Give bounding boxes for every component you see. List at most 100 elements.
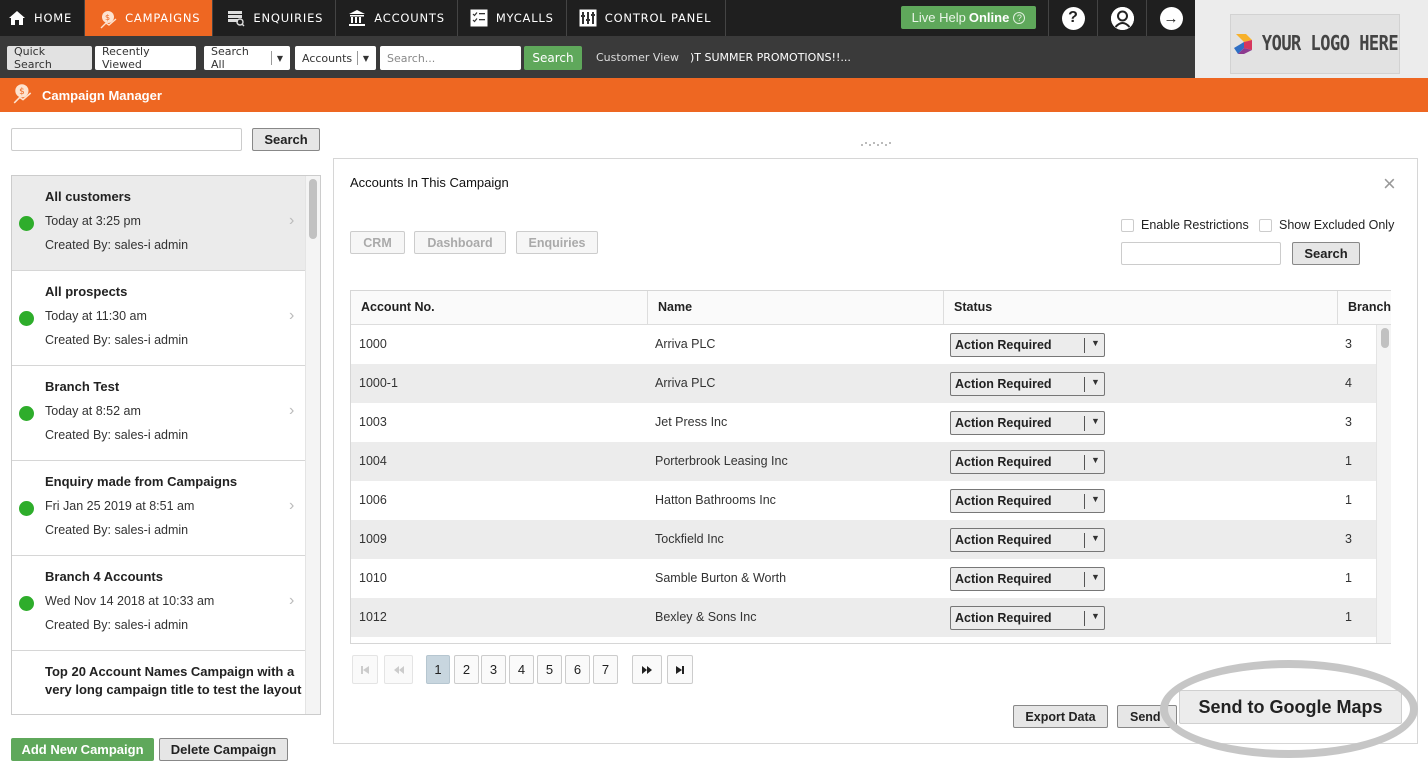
campaign-title: Branch Test (45, 379, 120, 394)
campaign-list-item[interactable]: Branch Test Today at 8:52 am Created By:… (12, 366, 306, 461)
page-1-button[interactable]: 1 (426, 655, 450, 684)
column-header-name[interactable]: Name (648, 291, 944, 324)
nav-enquiries[interactable]: ENQUIRIES (213, 0, 337, 36)
table-row[interactable]: 1000 Arriva PLC Action Required ▼ 3 (351, 325, 1376, 364)
status-select[interactable]: Action Required ▼ (950, 567, 1105, 591)
campaign-list-item[interactable]: Enquiry made from Campaigns Fri Jan 25 2… (12, 461, 306, 556)
scrollbar-thumb[interactable] (309, 179, 317, 239)
status-value: Action Required (955, 416, 1052, 430)
quick-search-tab[interactable]: Quick Search (7, 45, 92, 71)
send-button[interactable]: Send (1117, 705, 1177, 728)
chevron-down-icon: ▼ (1091, 377, 1100, 387)
bank-icon (348, 9, 366, 27)
cell-account-no: 1009 (359, 532, 387, 546)
table-row[interactable]: 1000-1 Arriva PLC Action Required ▼ 4 (351, 364, 1376, 403)
table-row[interactable]: 1004 Porterbrook Leasing Inc Action Requir… (351, 442, 1376, 481)
first-page-button[interactable] (352, 655, 378, 684)
send-to-google-maps-button[interactable]: Send to Google Maps (1179, 690, 1402, 724)
chevron-down-icon: ▼ (1091, 338, 1100, 348)
campaign-date: Wed Nov 14 2018 at 10:33 am (45, 594, 215, 608)
prev-page-button[interactable] (384, 655, 413, 684)
live-help-button[interactable]: Live Help Online ? (901, 6, 1036, 29)
campaign-list-item[interactable]: Top 20 Account Names Campaign with a ver… (12, 651, 306, 714)
global-search-input[interactable] (380, 46, 521, 70)
campaign-creator: Created By: sales-i admin (45, 618, 189, 632)
nav-control-panel[interactable]: CONTROL PANEL (567, 0, 727, 36)
status-select[interactable]: Action Required ▼ (950, 489, 1105, 513)
logout-button[interactable]: → (1146, 0, 1195, 36)
page-7-button[interactable]: 7 (593, 655, 618, 684)
checkbox-box[interactable] (1259, 218, 1272, 232)
next-page-button[interactable] (632, 655, 662, 684)
table-header: Account No. Name Status Branch (351, 291, 1391, 325)
column-header-branch[interactable]: Branch (1338, 291, 1391, 324)
nav-mycalls[interactable]: MYCALLS (458, 0, 567, 36)
delete-campaign-button[interactable]: Delete Campaign (159, 738, 288, 761)
nav-campaigns[interactable]: $ CAMPAIGNS (85, 0, 214, 36)
nav-accounts[interactable]: ACCOUNTS (336, 0, 458, 36)
nav-accounts-label: ACCOUNTS (374, 11, 445, 25)
cell-branch: 4 (1345, 376, 1352, 390)
enable-restrictions-checkbox[interactable]: Enable Restrictions (1121, 218, 1249, 232)
last-page-button[interactable] (667, 655, 693, 684)
campaign-creator: Created By: sales-i admin (45, 428, 189, 442)
show-excluded-checkbox[interactable]: Show Excluded Only (1259, 218, 1394, 232)
close-icon[interactable]: × (1383, 173, 1396, 195)
select-divider (1084, 572, 1085, 587)
table-row[interactable]: 1010 Samble Burton & Worth Action Required… (351, 559, 1376, 598)
accounts-search-button[interactable]: Search (1292, 242, 1360, 265)
customer-view-link[interactable]: Customer View (596, 51, 679, 64)
dashboard-button[interactable]: Dashboard (414, 231, 506, 254)
status-value: Action Required (955, 377, 1052, 391)
status-select[interactable]: Action Required ▼ (950, 333, 1105, 357)
help-button[interactable]: ? (1048, 0, 1097, 36)
search-entity-select[interactable]: Accounts ▼ (295, 46, 376, 70)
page-6-button[interactable]: 6 (565, 655, 590, 684)
recently-viewed-tab[interactable]: Recently Viewed (95, 45, 196, 71)
company-logo: YOUR LOGO HERE (1230, 14, 1400, 74)
status-select[interactable]: Action Required ▼ (950, 411, 1105, 435)
status-select[interactable]: Action Required ▼ (950, 372, 1105, 396)
search-scope-select[interactable]: Search All ▼ (204, 45, 290, 71)
column-header-status[interactable]: Status (944, 291, 1338, 324)
add-campaign-button[interactable]: Add New Campaign (11, 738, 154, 761)
checkbox-label: Enable Restrictions (1141, 218, 1249, 232)
nav-home[interactable]: HOME (0, 0, 86, 36)
table-row[interactable]: 1009 Tockfield Inc Action Required ▼ 3 (351, 520, 1376, 559)
page-4-button[interactable]: 4 (509, 655, 534, 684)
campaign-list-item[interactable]: Branch 4 Accounts Wed Nov 14 2018 at 10:… (12, 556, 306, 651)
cell-branch: 3 (1345, 415, 1352, 429)
chevron-down-icon: ▼ (1091, 533, 1100, 543)
status-select[interactable]: Action Required ▼ (950, 450, 1105, 474)
chevron-down-icon: ▼ (1091, 494, 1100, 504)
profile-button[interactable] (1097, 0, 1146, 36)
page-5-button[interactable]: 5 (537, 655, 562, 684)
cell-name: Tockfield Inc (655, 532, 724, 546)
export-data-button[interactable]: Export Data (1013, 705, 1108, 728)
checkbox-box[interactable] (1121, 218, 1134, 232)
page-3-button[interactable]: 3 (481, 655, 506, 684)
column-header-account-no[interactable]: Account No. (351, 291, 648, 324)
accounts-search-input[interactable] (1121, 242, 1281, 265)
campaign-search-button[interactable]: Search (252, 128, 320, 151)
table-row[interactable]: 1003 Jet Press Inc Action Required ▼ 3 (351, 403, 1376, 442)
scrollbar-thumb[interactable] (1381, 328, 1389, 348)
campaign-search-input[interactable] (11, 128, 242, 151)
nav-campaigns-label: CAMPAIGNS (125, 11, 201, 25)
page-2-button[interactable]: 2 (454, 655, 479, 684)
campaign-list-scrollbar[interactable] (305, 176, 320, 714)
cell-branch: 1 (1345, 454, 1352, 468)
global-search-button[interactable]: Search (524, 46, 582, 70)
status-dot (19, 596, 34, 611)
resize-handle[interactable] (861, 141, 891, 147)
campaign-list-item[interactable]: All prospects Today at 11:30 am Created … (12, 271, 306, 366)
status-select[interactable]: Action Required ▼ (950, 606, 1105, 630)
crm-button[interactable]: CRM (350, 231, 405, 254)
promotion-ticker[interactable]: )T SUMMER PROMOTIONS!!... (690, 51, 851, 64)
enquiries-button[interactable]: Enquiries (516, 231, 598, 254)
table-scrollbar[interactable] (1376, 325, 1391, 643)
table-row[interactable]: 1012 Bexley & Sons Inc Action Required ▼ 1 (351, 598, 1376, 637)
table-row[interactable]: 1006 Hatton Bathrooms Inc Action Required ▼… (351, 481, 1376, 520)
campaign-list-item[interactable]: All customers Today at 3:25 pm Created B… (12, 176, 306, 271)
status-select[interactable]: Action Required ▼ (950, 528, 1105, 552)
